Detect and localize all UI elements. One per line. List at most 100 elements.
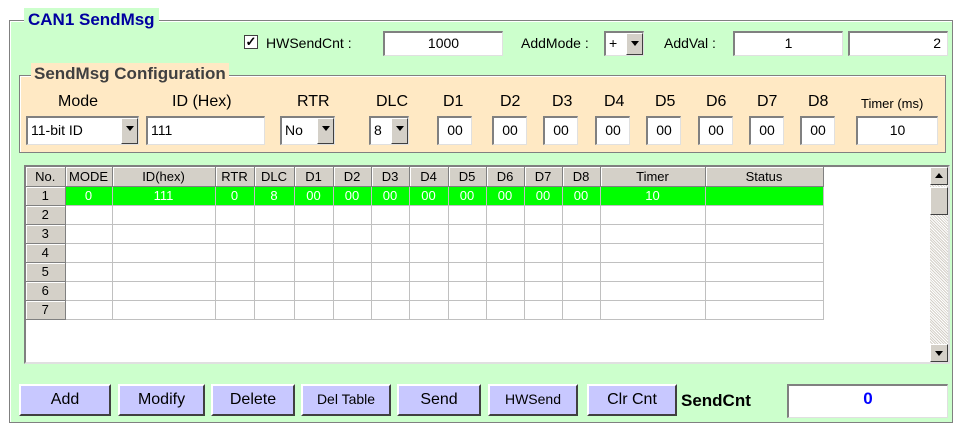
table-cell[interactable] xyxy=(600,224,706,244)
table-cell[interactable]: 111 xyxy=(112,186,216,206)
col-header-dlc[interactable]: DLC xyxy=(254,167,295,187)
table-cell[interactable] xyxy=(600,262,706,282)
col-header-d6[interactable]: D6 xyxy=(486,167,525,187)
table-cell[interactable] xyxy=(409,205,449,225)
table-row[interactable]: 6 xyxy=(26,281,824,301)
table-cell[interactable] xyxy=(215,262,255,282)
table-cell[interactable] xyxy=(112,281,216,301)
row-number[interactable]: 5 xyxy=(26,262,66,282)
addmode-select[interactable]: + xyxy=(604,31,644,56)
table-cell[interactable] xyxy=(333,205,372,225)
hwsendcnt-checkbox[interactable]: ✓ xyxy=(244,35,258,49)
table-cell[interactable] xyxy=(254,300,295,320)
table-cell[interactable]: 0 xyxy=(215,186,255,206)
table-cell[interactable] xyxy=(448,243,487,263)
modify-button[interactable]: Modify xyxy=(118,384,205,416)
table-cell[interactable] xyxy=(371,281,410,301)
col-header-timer[interactable]: Timer xyxy=(600,167,706,187)
table-cell[interactable] xyxy=(112,224,216,244)
table-cell[interactable] xyxy=(371,224,410,244)
mode-select[interactable]: 11-bit ID xyxy=(26,116,139,145)
table-cell[interactable] xyxy=(705,205,824,225)
table-cell[interactable] xyxy=(562,243,601,263)
table-cell[interactable] xyxy=(254,205,295,225)
scroll-up-icon[interactable] xyxy=(930,167,948,185)
table-row[interactable]: 2 xyxy=(26,205,824,225)
table-cell[interactable] xyxy=(409,262,449,282)
table-cell[interactable] xyxy=(294,300,334,320)
table-cell[interactable] xyxy=(486,224,525,244)
table-cell[interactable]: 0 xyxy=(65,186,113,206)
table-cell[interactable] xyxy=(65,243,113,263)
table-cell[interactable] xyxy=(705,186,824,206)
send-button[interactable]: Send xyxy=(397,384,481,416)
table-cell[interactable] xyxy=(409,243,449,263)
table-cell[interactable] xyxy=(524,205,563,225)
sendmsg-table[interactable]: No. MODE ID(hex) RTR DLC D1 D2 D3 D4 D5 … xyxy=(24,165,950,364)
col-header-rtr[interactable]: RTR xyxy=(215,167,255,187)
id-field[interactable]: 111 xyxy=(146,116,265,145)
table-cell[interactable] xyxy=(65,224,113,244)
table-cell[interactable] xyxy=(371,243,410,263)
table-cell[interactable] xyxy=(600,300,706,320)
table-cell[interactable] xyxy=(448,224,487,244)
table-cell[interactable] xyxy=(409,224,449,244)
col-header-d1[interactable]: D1 xyxy=(294,167,334,187)
table-cell[interactable] xyxy=(294,205,334,225)
table-cell[interactable] xyxy=(486,243,525,263)
table-cell[interactable] xyxy=(371,205,410,225)
table-cell[interactable] xyxy=(294,243,334,263)
row-number[interactable]: 6 xyxy=(26,281,66,301)
table-cell[interactable] xyxy=(65,300,113,320)
del-table-button[interactable]: Del Table xyxy=(301,384,391,416)
table-cell[interactable] xyxy=(486,262,525,282)
row-number[interactable]: 4 xyxy=(26,243,66,263)
table-cell[interactable] xyxy=(112,262,216,282)
table-cell[interactable]: 00 xyxy=(486,186,525,206)
table-cell[interactable] xyxy=(65,281,113,301)
hwsend-button[interactable]: HWSend xyxy=(488,384,578,416)
table-cell[interactable]: 00 xyxy=(371,186,410,206)
col-header-no[interactable]: No. xyxy=(26,167,66,187)
addval-field-2[interactable]: 2 xyxy=(848,31,948,56)
table-cell[interactable] xyxy=(333,300,372,320)
row-number[interactable]: 2 xyxy=(26,205,66,225)
table-cell[interactable] xyxy=(254,243,295,263)
d2-field[interactable]: 00 xyxy=(492,116,527,145)
col-header-d3[interactable]: D3 xyxy=(371,167,410,187)
table-cell[interactable] xyxy=(562,224,601,244)
addval-field-1[interactable]: 1 xyxy=(733,31,843,56)
scroll-down-icon[interactable] xyxy=(930,344,948,362)
table-cell[interactable] xyxy=(294,262,334,282)
d6-field[interactable]: 00 xyxy=(698,116,733,145)
table-cell[interactable] xyxy=(112,243,216,263)
table-cell[interactable] xyxy=(600,281,706,301)
table-cell[interactable] xyxy=(600,205,706,225)
table-row[interactable]: 3 xyxy=(26,224,824,244)
table-cell[interactable]: 00 xyxy=(294,186,334,206)
table-cell[interactable] xyxy=(524,262,563,282)
d3-field[interactable]: 00 xyxy=(543,116,578,145)
table-cell[interactable] xyxy=(215,300,255,320)
chevron-down-icon[interactable] xyxy=(391,118,408,144)
table-cell[interactable] xyxy=(562,262,601,282)
chevron-down-icon[interactable] xyxy=(317,118,334,144)
chevron-down-icon[interactable] xyxy=(121,118,138,144)
table-cell[interactable] xyxy=(254,262,295,282)
table-cell[interactable]: 00 xyxy=(448,186,487,206)
table-cell[interactable] xyxy=(524,300,563,320)
table-cell[interactable]: 00 xyxy=(562,186,601,206)
table-row[interactable]: 7 xyxy=(26,300,824,320)
table-cell[interactable] xyxy=(215,224,255,244)
vertical-scrollbar[interactable] xyxy=(930,167,948,362)
table-cell[interactable] xyxy=(112,300,216,320)
table-cell[interactable] xyxy=(486,205,525,225)
table-cell[interactable]: 00 xyxy=(333,186,372,206)
table-cell[interactable] xyxy=(600,243,706,263)
table-cell[interactable] xyxy=(562,300,601,320)
table-cell[interactable] xyxy=(333,281,372,301)
table-cell[interactable] xyxy=(112,205,216,225)
table-cell[interactable] xyxy=(254,281,295,301)
table-cell[interactable] xyxy=(486,300,525,320)
table-cell[interactable] xyxy=(215,281,255,301)
